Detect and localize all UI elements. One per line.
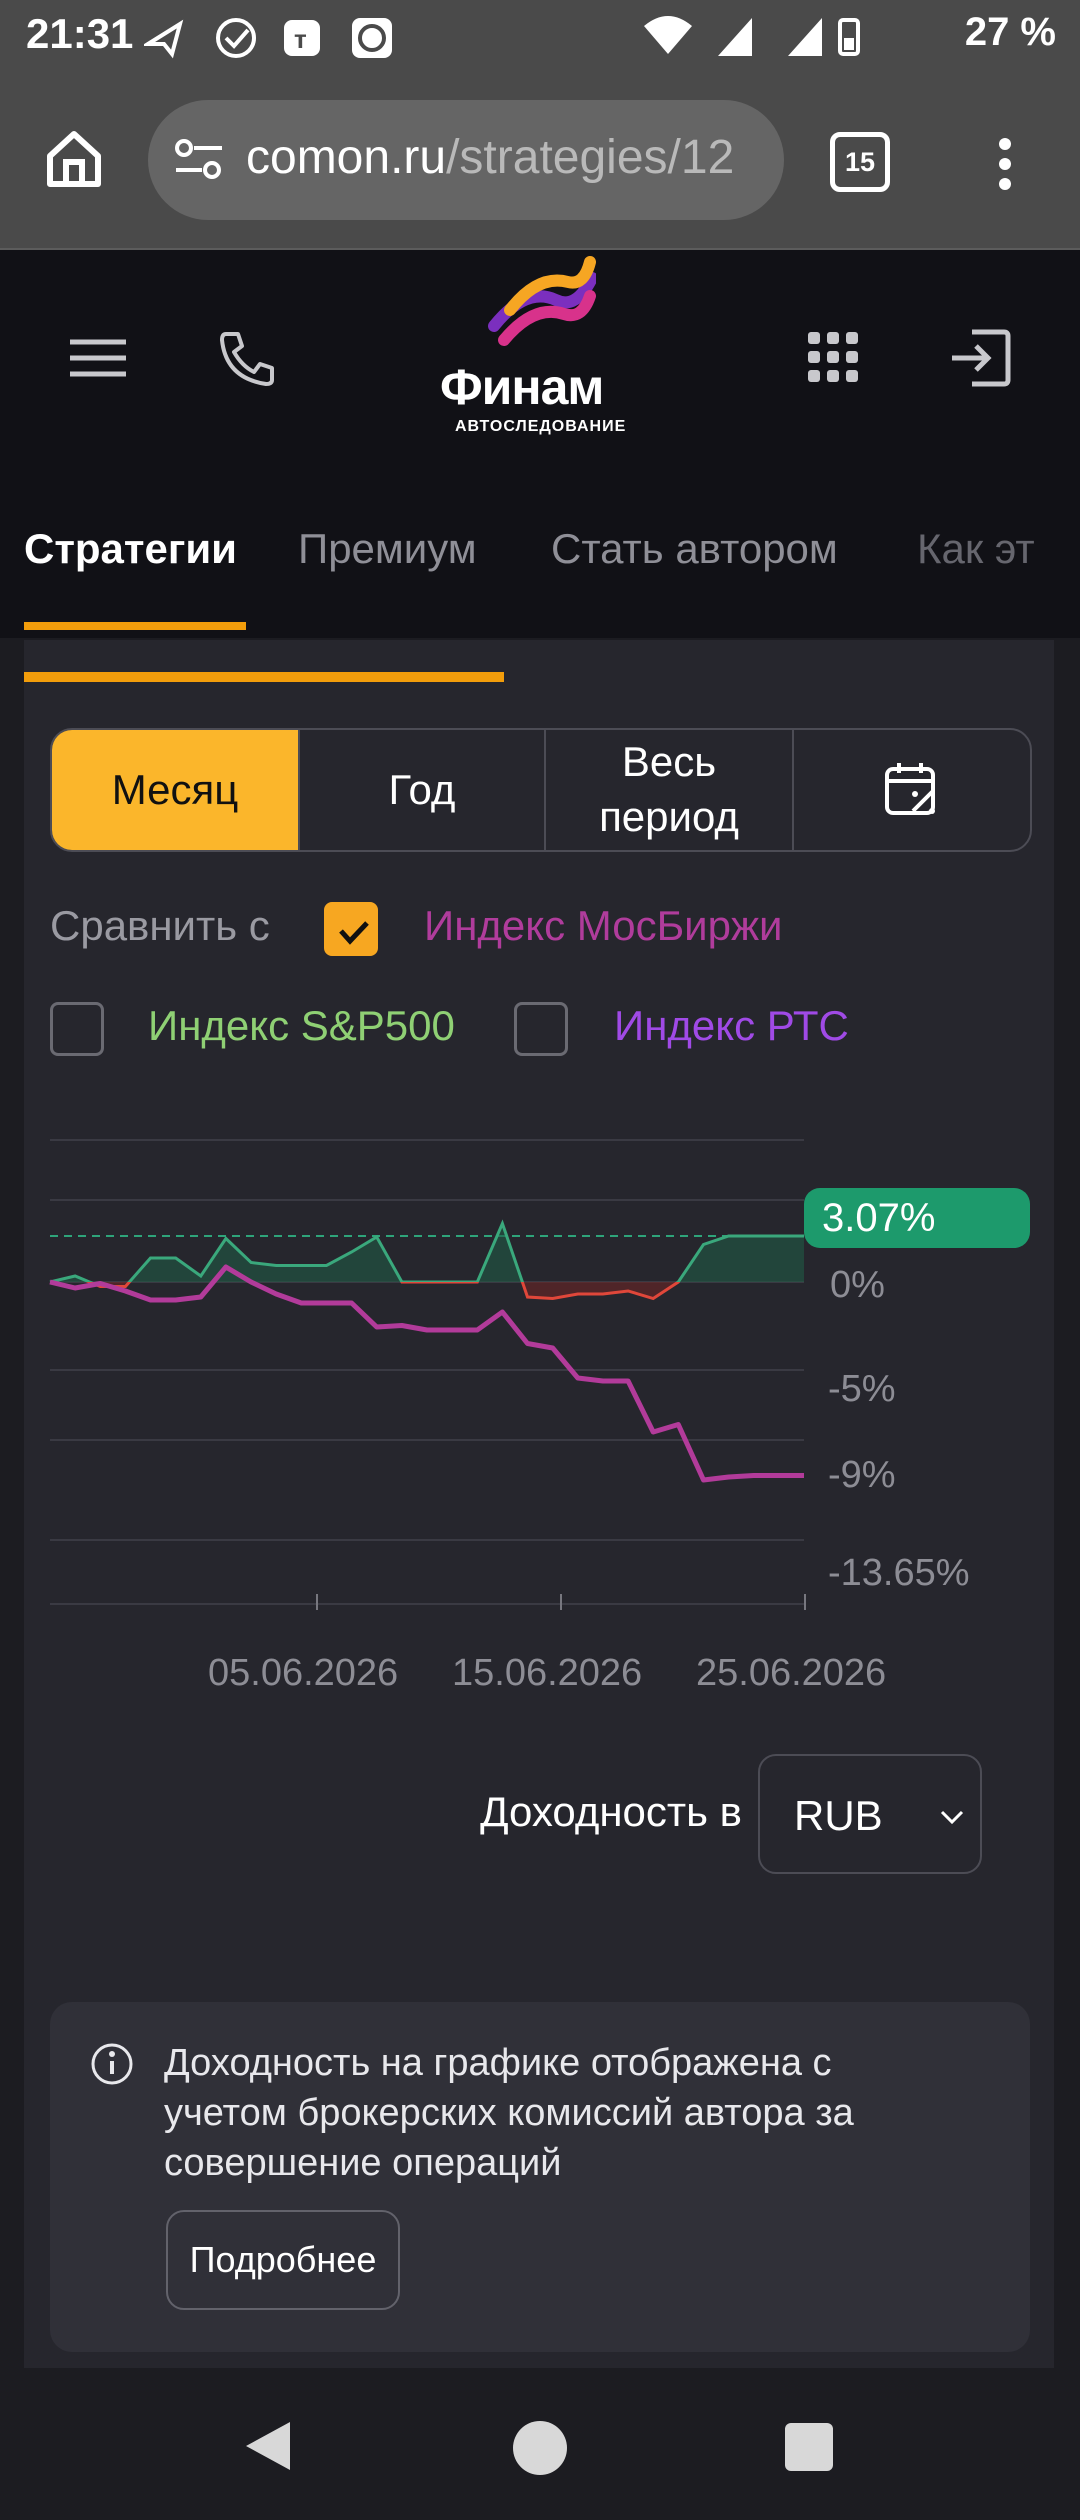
compare-label: Сравнить с xyxy=(50,902,270,949)
chevron-down-icon xyxy=(940,1810,964,1825)
status-time: 21:31 xyxy=(26,10,134,57)
tab-premium[interactable]: Премиум xyxy=(298,525,477,573)
battery-level: 27 % xyxy=(964,10,1056,54)
rts-checkbox[interactable] xyxy=(514,1002,568,1056)
logo-text: Финам xyxy=(440,359,604,415)
period-selector: Месяц Год Весь период xyxy=(50,728,1032,852)
telegram-icon xyxy=(144,19,184,59)
system-nav-bar xyxy=(0,2368,1080,2520)
url-text: comon.ru/strategies/12 xyxy=(246,130,734,185)
active-tab-indicator xyxy=(24,622,246,630)
login-icon[interactable] xyxy=(948,328,1012,388)
site-settings-icon[interactable] xyxy=(172,136,226,182)
url-path: /strategies/12 xyxy=(446,131,735,184)
apps-grid-icon[interactable] xyxy=(806,330,860,384)
return-in-label: Доходность в xyxy=(480,1788,742,1835)
phone-icon[interactable] xyxy=(216,328,276,388)
svg-text:т: т xyxy=(294,24,307,54)
y-tick-label: 0% xyxy=(830,1264,885,1306)
finam-logo-icon[interactable] xyxy=(486,256,596,356)
moex-index-label[interactable]: Индекс МосБиржи xyxy=(424,902,783,950)
moex-checkbox[interactable] xyxy=(324,902,378,956)
recents-icon[interactable] xyxy=(782,2420,836,2474)
wifi-icon xyxy=(644,16,692,54)
current-return-badge: 3.07% xyxy=(804,1188,1030,1248)
status-bar: 21:31 т 27 % xyxy=(0,0,1080,72)
url-bar[interactable]: comon.ru/strategies/12 xyxy=(148,100,784,220)
home-nav-icon[interactable] xyxy=(510,2418,570,2478)
tab-become-author[interactable]: Стать автором xyxy=(551,525,838,573)
tab-switcher-button[interactable]: 15 xyxy=(830,132,890,192)
signal-icons xyxy=(644,16,860,56)
site-header: Финам АВТОСЛЕДОВАНИЕ Стратегии Премиум С… xyxy=(0,250,1080,638)
logo-subtitle: АВТОСЛЕДОВАНИЕ xyxy=(455,418,627,435)
tab-strategies[interactable]: Стратегии xyxy=(24,525,237,573)
currency-value: RUB xyxy=(794,1792,883,1839)
x-tick-label: 05.06.2026 xyxy=(208,1652,399,1694)
browser-toolbar: comon.ru/strategies/12 15 xyxy=(0,72,1080,250)
sp500-checkbox[interactable] xyxy=(50,1002,104,1056)
notification-icons: т xyxy=(144,18,392,59)
info-icon xyxy=(91,2043,133,2085)
moex-index-line xyxy=(49,1264,804,1483)
x-tick-label: 15.06.2026 xyxy=(452,1652,643,1694)
signal-2-icon xyxy=(788,18,822,56)
tab-how-it-works[interactable]: Как эт xyxy=(917,525,1035,573)
checkmark-icon xyxy=(339,921,369,945)
currency-select[interactable]: RUB xyxy=(758,1754,982,1874)
period-month-button[interactable]: Месяц xyxy=(52,730,300,850)
custom-period-button[interactable] xyxy=(794,730,1030,850)
period-all-line2: период xyxy=(599,793,739,840)
period-all-button[interactable]: Весь период xyxy=(546,730,794,850)
y-tick-label: -9% xyxy=(828,1454,896,1496)
hamburger-menu-icon[interactable] xyxy=(68,338,128,378)
info-notice: Доходность на графике отображена с учето… xyxy=(50,2002,1030,2352)
info-text: Доходность на графике отображена с учето… xyxy=(164,2042,854,2184)
home-icon[interactable] xyxy=(44,128,104,188)
signal-icon xyxy=(718,18,752,56)
details-button[interactable]: Подробнее xyxy=(166,2210,400,2310)
strategy-chart-card: Месяц Год Весь период Сравнить с Индекс … xyxy=(24,640,1054,2368)
check-circle-icon xyxy=(216,18,256,58)
y-tick-label: -13.65% xyxy=(828,1552,970,1594)
rts-index-label[interactable]: Индекс РТС xyxy=(614,1002,849,1050)
url-host: comon.ru xyxy=(246,131,447,184)
card-accent-bar xyxy=(24,672,504,682)
period-all-line1: Весь xyxy=(621,738,717,786)
more-menu-icon[interactable] xyxy=(990,134,1020,194)
x-tick-label: 25.06.2026 xyxy=(696,1652,887,1694)
sp500-index-label[interactable]: Индекс S&P500 xyxy=(148,1002,455,1050)
period-year-button[interactable]: Год xyxy=(300,730,546,850)
y-tick-label: -5% xyxy=(828,1368,896,1410)
back-icon[interactable] xyxy=(240,2416,300,2476)
calendar-percent-icon xyxy=(885,763,935,815)
